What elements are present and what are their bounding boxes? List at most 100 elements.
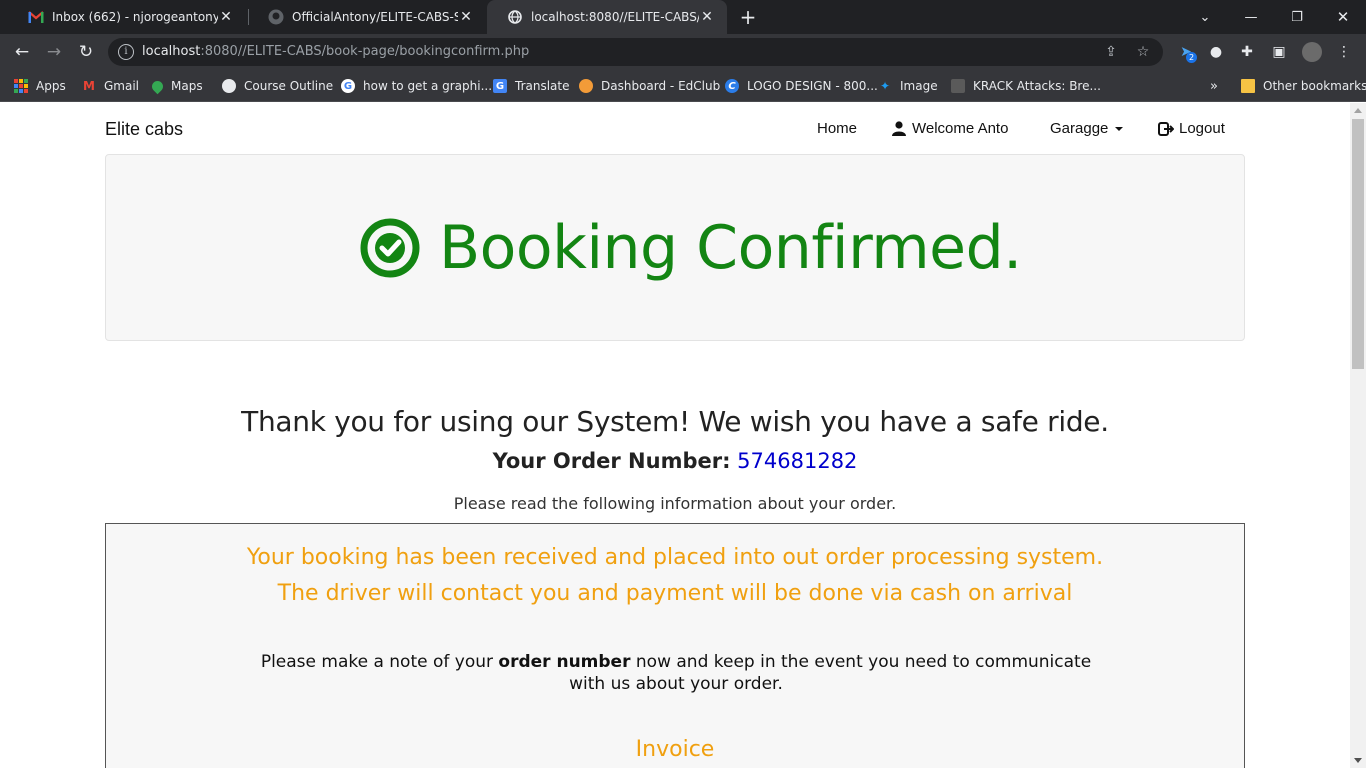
order-number-value: 574681282 [737,449,858,473]
note-text-bold: order number [498,652,631,672]
nav-welcome-label: Welcome Anto [912,120,1009,137]
bookmark-logo-design[interactable]: C LOGO DESIGN - 800... [725,76,878,96]
globe-icon [222,79,236,93]
booking-received-text: Your booking has been received and place… [246,545,1104,570]
close-icon[interactable]: ✕ [458,9,474,25]
bookmark-label: Image [900,79,938,93]
new-tab-icon[interactable]: + [737,6,759,28]
more-bookmarks-icon[interactable]: » [1210,76,1218,96]
booking-confirmed-title: Booking Confirmed. [439,213,1022,283]
nav-garage-dropdown[interactable]: Garagge [1050,120,1124,137]
twitter-icon: ✦ [879,79,891,93]
bookmark-translate[interactable]: G Translate [493,76,570,96]
user-icon [892,121,906,136]
order-note-text: Please make a note of your order number … [256,651,1096,695]
profile-avatar-icon[interactable] [1302,42,1322,62]
browser-toolbar: ← → ↻ i localhost:8080//ELITE-CABS/book-… [0,34,1366,70]
tab-title: OfficialAntony/ELITE-CABS-SYSTEM [292,10,458,24]
tab-gmail[interactable]: Inbox (662) - njorogeantony2020@ ✕ [8,0,246,34]
bookmark-course-outline[interactable]: Course Outline [222,76,333,96]
minimize-icon[interactable]: — [1228,0,1274,34]
bookmark-krack[interactable]: KRACK Attacks: Bre... [951,76,1101,96]
github-icon [268,9,284,25]
bookmark-label: Apps [36,79,66,93]
bookmark-edclub[interactable]: Dashboard - EdClub [579,76,720,96]
check-circle-icon [359,217,421,279]
nav-logout[interactable]: Logout [1158,120,1225,137]
ghost-extension-icon[interactable]: ● [1206,42,1226,62]
puzzle-extensions-icon[interactable]: ✚ [1237,42,1257,62]
translate-icon: G [493,79,507,93]
folder-icon [1241,79,1255,93]
bookmarks-bar: Apps M Gmail Maps Course Outline G how t… [0,70,1366,102]
edclub-icon [579,79,593,93]
bookmark-label: how to get a graphi... [363,79,493,93]
globe-icon [507,9,523,25]
payment-info-text: The driver will contact you and payment … [277,581,1073,606]
scrollbar-thumb[interactable] [1352,119,1364,369]
maps-pin-icon [149,78,166,94]
bookmark-apps[interactable]: Apps [14,76,66,96]
bookmark-image[interactable]: ✦ Image [878,76,938,96]
caret-down-icon [1115,126,1124,131]
order-number-label: Your Order Number: [492,449,731,473]
reload-icon[interactable]: ↻ [73,39,99,65]
share-icon[interactable]: ⇪ [1103,44,1119,60]
bookmark-star-icon[interactable]: ☆ [1135,44,1151,60]
invoice-heading: Invoice [635,737,715,762]
bookmark-other[interactable]: Other bookmarks [1241,76,1366,96]
scroll-up-icon[interactable] [1354,108,1362,113]
url-text[interactable]: localhost:8080//ELITE-CABS/book-page/boo… [142,44,529,59]
confirmation-banner: Booking Confirmed. [105,154,1245,341]
side-panel-icon[interactable]: ▣ [1269,42,1289,62]
scroll-down-icon[interactable] [1354,758,1362,763]
bookmark-google-search[interactable]: G how to get a graphi... [341,76,492,96]
extension-icon[interactable]: ➤ 2 [1176,42,1197,63]
menu-kebab-icon[interactable]: ⋮ [1334,42,1354,62]
site-info-icon[interactable]: i [118,44,134,60]
nav-logout-label: Logout [1179,120,1225,137]
bookmark-maps[interactable]: Maps [149,76,203,96]
gmail-icon: M [83,79,95,93]
forward-icon[interactable]: → [41,39,67,65]
bookmark-label: Translate [515,79,570,93]
bookmark-label: Gmail [104,79,140,93]
bookmark-label: Dashboard - EdClub [601,79,721,93]
brand-logo-text[interactable]: Elite cabs [105,119,183,140]
close-icon[interactable]: ✕ [699,9,715,25]
back-icon[interactable]: ← [9,39,35,65]
page-scrollbar[interactable] [1350,103,1366,768]
note-text-start: Please make a note of your [260,652,499,672]
tab-github[interactable]: OfficialAntony/ELITE-CABS-SYSTEM ✕ [248,0,486,34]
thank-you-message: Thank you for using our System! We wish … [241,405,1109,438]
confirmation-heading: Booking Confirmed. [359,213,1022,283]
nav-home-label: Home [817,120,858,137]
tab-title: localhost:8080//ELITE-CABS/book-page [531,10,699,24]
bookmark-label: LOGO DESIGN - 800... [747,79,878,93]
google-icon: G [341,79,355,93]
close-icon[interactable]: ✕ [218,9,234,25]
krack-icon [951,79,965,93]
note-text-end: now and keep in the event you need to co… [569,652,1092,694]
logout-icon [1158,121,1174,136]
tab-search-icon[interactable]: ⌄ [1182,0,1228,34]
bookmark-label: Other bookmarks [1263,79,1366,93]
page-viewport: Elite cabs Home Welcome Anto Garagge Log… [0,103,1350,768]
canva-icon: C [725,79,739,93]
nav-welcome[interactable]: Welcome Anto [892,120,1008,137]
window-close-icon[interactable]: ✕ [1320,0,1366,34]
nav-home[interactable]: Home [817,120,857,137]
restore-icon[interactable]: ❐ [1274,0,1320,34]
tab-localhost[interactable]: localhost:8080//ELITE-CABS/book-page ✕ [487,0,727,34]
extension-badge: 2 [1186,52,1197,63]
address-bar[interactable]: i localhost:8080//ELITE-CABS/book-page/b… [108,38,1163,66]
browser-tabstrip: Inbox (662) - njorogeantony2020@ ✕ Offic… [0,0,1366,34]
bookmark-label: Course Outline [244,79,334,93]
read-info-text: Please read the following information ab… [453,494,897,513]
bookmark-gmail[interactable]: M Gmail [82,76,139,96]
gmail-icon [28,9,44,25]
url-host: localhost [142,44,201,59]
order-info-box: Your booking has been received and place… [105,523,1245,768]
nav-garage-label: Garagge [1050,120,1109,137]
order-number-line: Your Order Number: 574681282 [0,449,1350,473]
